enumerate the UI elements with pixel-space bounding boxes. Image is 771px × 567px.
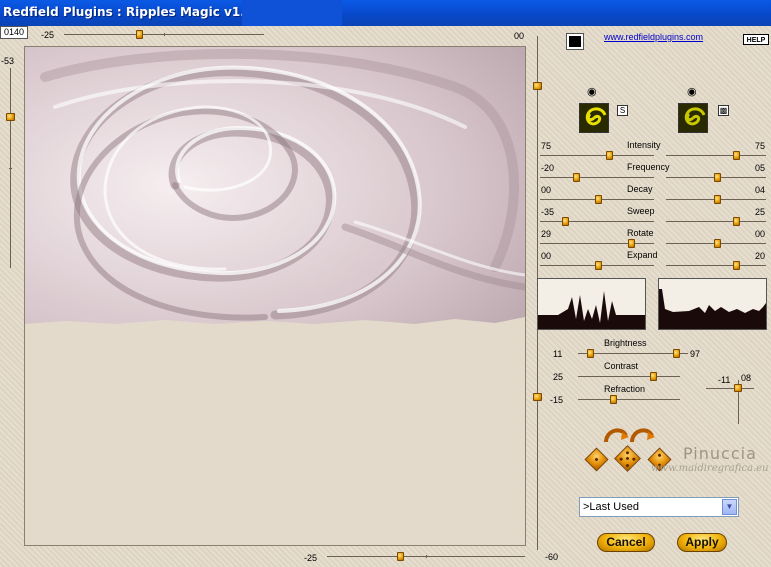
left-slider-tick — [9, 168, 12, 169]
light-angle-b-value: 08 — [741, 373, 752, 383]
bottom-slider-tick — [426, 555, 427, 558]
param-right-track[interactable] — [666, 221, 766, 222]
waveform-display-right — [658, 278, 767, 330]
window-title: Redfield Plugins : Ripples Magic v1.12 — [3, 5, 262, 19]
bottom-slider-value: -25 — [304, 553, 318, 563]
param-left-knob[interactable] — [628, 239, 635, 248]
param-left-value: 75 — [541, 141, 552, 151]
light-angle-a-value: -11 — [718, 375, 731, 385]
param-right-knob[interactable] — [714, 239, 721, 248]
param-right-value: 25 — [755, 207, 766, 217]
param-left-knob[interactable] — [573, 173, 580, 182]
param-right-value: 20 — [755, 251, 766, 261]
chevron-down-icon[interactable]: ▼ — [722, 499, 737, 515]
brightness-knob-max[interactable] — [673, 349, 680, 358]
param-label: Rotate — [627, 228, 654, 238]
top-right-value: 00 — [514, 31, 525, 41]
refraction-knob[interactable] — [610, 395, 617, 404]
refraction-label: Refraction — [604, 384, 646, 394]
brightness-track[interactable] — [578, 353, 688, 354]
cancel-button[interactable]: Cancel — [597, 533, 655, 552]
top-slider-knob[interactable] — [136, 30, 143, 39]
bottom-slider-knob[interactable] — [397, 552, 404, 561]
param-left-value: -20 — [541, 163, 555, 173]
title-bar-tab — [242, 0, 342, 26]
param-right-value: 00 — [755, 229, 766, 239]
param-label: Intensity — [627, 140, 661, 150]
top-slider-tick — [164, 33, 165, 36]
param-left-track[interactable] — [540, 155, 654, 156]
pattern-swirl-left[interactable] — [579, 103, 609, 133]
param-label: Frequency — [627, 162, 670, 172]
watermark-name: Pinuccia — [683, 444, 757, 463]
waveform-display-left — [537, 278, 646, 330]
param-left-track[interactable] — [540, 243, 654, 244]
website-link[interactable]: www.redfieldplugins.com — [604, 32, 703, 42]
param-right-knob[interactable] — [714, 195, 721, 204]
param-left-value: 29 — [541, 229, 552, 239]
pattern-right-toggle[interactable]: ▩ — [718, 105, 729, 116]
param-label: Decay — [627, 184, 653, 194]
param-left-track[interactable] — [540, 177, 654, 178]
contrast-label: Contrast — [604, 361, 639, 371]
param-left-value: 00 — [541, 185, 552, 195]
top-slider-value: -25 — [41, 30, 55, 40]
apply-button[interactable]: Apply — [677, 533, 727, 552]
preview-canvas[interactable] — [24, 46, 526, 546]
watermark-site: www.maidiregrafica.eu — [651, 463, 769, 474]
param-left-knob[interactable] — [595, 195, 602, 204]
param-right-knob[interactable] — [733, 261, 740, 270]
param-right-knob[interactable] — [733, 151, 740, 160]
brightness-label: Brightness — [604, 338, 647, 348]
left-slider-knob[interactable] — [6, 113, 15, 121]
eye-icon[interactable]: ◉ — [687, 87, 697, 98]
param-right-value: 04 — [755, 185, 766, 195]
left-slider-value: -53 — [1, 56, 15, 66]
counter-box[interactable]: 0140 — [0, 26, 28, 39]
param-left-value: 00 — [541, 251, 552, 261]
light-angle-horizontal-track[interactable] — [706, 388, 754, 389]
brightness-knob-min[interactable] — [587, 349, 594, 358]
param-right-track[interactable] — [666, 265, 766, 266]
brightness-min-value: 11 — [553, 349, 563, 359]
param-left-knob[interactable] — [562, 217, 569, 226]
param-right-value: 05 — [755, 163, 766, 173]
pattern-left-toggle[interactable]: S — [617, 105, 628, 116]
param-right-value: 75 — [755, 141, 766, 151]
param-label: Expand — [627, 250, 658, 260]
preset-selected-value: >Last Used — [583, 501, 639, 513]
param-left-knob[interactable] — [595, 261, 602, 270]
ripple-preview-image — [25, 47, 525, 324]
param-right-track[interactable] — [666, 155, 766, 156]
contrast-track[interactable] — [578, 376, 680, 377]
param-left-value: -35 — [541, 207, 555, 217]
refraction-value: -15 — [550, 395, 564, 405]
light-angle-knob[interactable] — [734, 384, 742, 392]
brightness-max-value: 97 — [690, 349, 701, 359]
contrast-value: 25 — [553, 372, 564, 382]
refraction-track[interactable] — [578, 399, 680, 400]
param-left-knob[interactable] — [606, 151, 613, 160]
right-vertical-slider-knob-upper[interactable] — [533, 82, 542, 90]
title-bar: Redfield Plugins : Ripples Magic v1.12 — [0, 0, 771, 26]
contrast-knob[interactable] — [650, 372, 657, 381]
param-right-knob[interactable] — [733, 217, 740, 226]
eye-icon[interactable]: ◉ — [587, 87, 597, 98]
param-label: Sweep — [627, 206, 655, 216]
color-swatch[interactable] — [566, 33, 584, 50]
param-right-knob[interactable] — [714, 173, 721, 182]
param-left-track[interactable] — [540, 221, 654, 222]
undo-redo-arrows-icon[interactable] — [602, 424, 656, 444]
pattern-swirl-right[interactable] — [678, 103, 708, 133]
help-button[interactable]: HELP — [743, 34, 769, 45]
right-slider-value: -60 — [545, 552, 559, 562]
right-vertical-slider-knob-lower[interactable] — [533, 393, 542, 401]
preset-select[interactable]: >Last Used ▼ — [579, 497, 739, 517]
